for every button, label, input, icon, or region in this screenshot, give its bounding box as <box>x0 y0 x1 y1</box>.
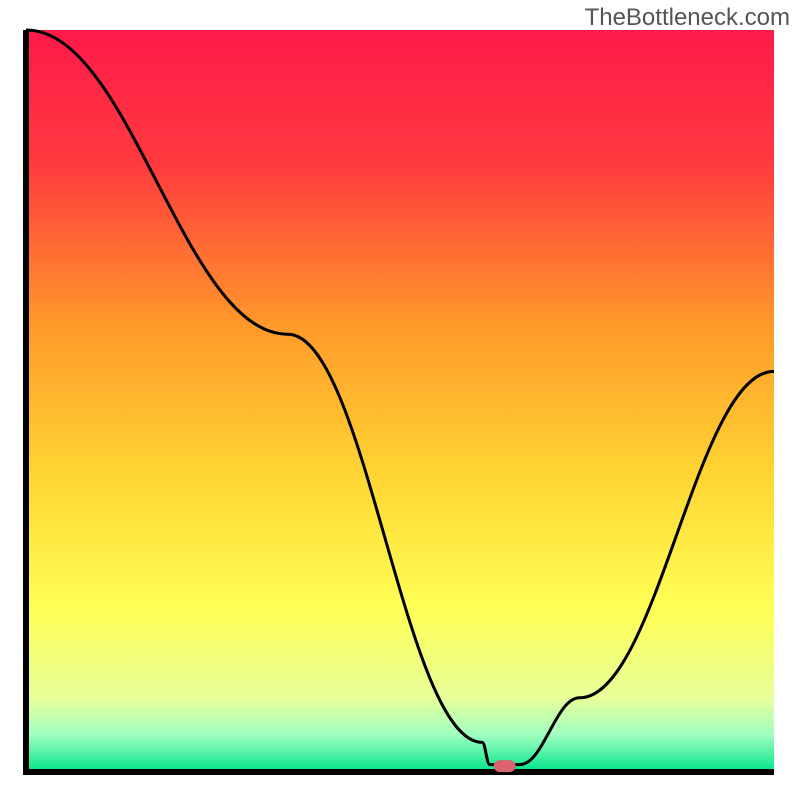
chart-container: TheBottleneck.com <box>0 0 800 800</box>
watermark-text: TheBottleneck.com <box>585 4 790 32</box>
plot-background <box>26 30 774 772</box>
bottleneck-chart <box>0 0 800 800</box>
optimal-marker <box>494 760 516 772</box>
